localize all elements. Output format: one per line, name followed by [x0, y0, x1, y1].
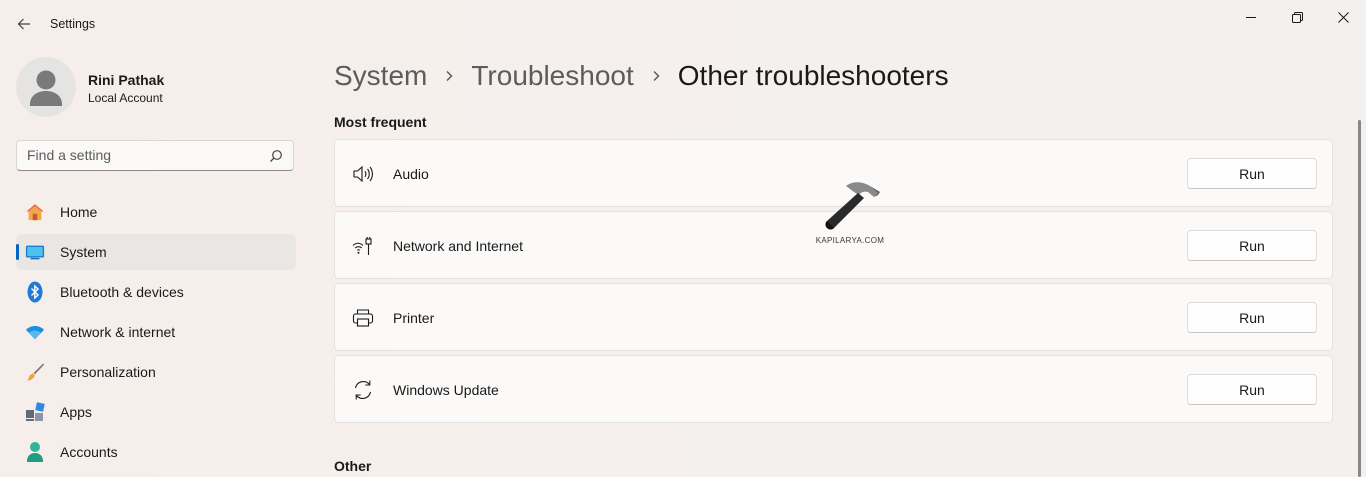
sidebar-item-label: Network & internet — [60, 324, 176, 340]
back-arrow-icon — [17, 18, 30, 30]
wifi-icon — [25, 322, 45, 342]
breadcrumb: System Troubleshoot Other troubleshooter… — [334, 58, 949, 94]
run-button-audio[interactable]: Run — [1187, 158, 1317, 189]
user-icon — [30, 70, 62, 106]
title-bar: Settings — [0, 0, 1366, 48]
troubleshooter-label: Windows Update — [393, 382, 499, 398]
troubleshooter-card-windows-update: Windows Update Run — [334, 355, 1333, 423]
troubleshooter-label: Network and Internet — [393, 238, 523, 254]
sidebar-item-network[interactable]: Network & internet — [16, 314, 296, 350]
sidebar-item-system[interactable]: System — [16, 234, 296, 270]
account-type: Local Account — [88, 91, 163, 105]
main-content: System Troubleshoot Other troubleshooter… — [310, 48, 1366, 477]
nav-list: Home System Bluetooth & devices Network … — [16, 194, 296, 474]
troubleshooter-card-printer: Printer Run — [334, 283, 1333, 351]
watermark-logo: KAPILARYA.COM — [812, 178, 888, 248]
search-input[interactable] — [27, 147, 257, 163]
page-title: Other troubleshooters — [677, 60, 949, 91]
sidebar-item-label: Personalization — [60, 364, 156, 380]
sidebar-item-home[interactable]: Home — [16, 194, 296, 230]
sidebar: Rini Pathak Local Account Home — [0, 48, 310, 477]
sidebar-item-label: Accounts — [60, 444, 118, 460]
printer-icon — [351, 307, 375, 329]
watermark-text: KAPILARYA.COM — [815, 236, 885, 245]
run-button-network[interactable]: Run — [1187, 230, 1317, 261]
system-icon — [25, 242, 45, 262]
hammer-icon — [825, 182, 880, 230]
troubleshooter-label: Printer — [393, 310, 435, 326]
chevron-right-icon — [634, 70, 678, 82]
sidebar-item-apps[interactable]: Apps — [16, 394, 296, 430]
sidebar-item-label: Home — [60, 204, 98, 220]
close-button[interactable] — [1320, 4, 1366, 30]
sidebar-item-bluetooth[interactable]: Bluetooth & devices — [16, 274, 296, 310]
run-button-windows-update[interactable]: Run — [1187, 374, 1317, 405]
avatar[interactable] — [16, 57, 76, 117]
apps-icon — [25, 402, 45, 422]
close-icon — [1337, 11, 1349, 23]
restore-icon — [1291, 11, 1303, 23]
sidebar-item-label: System — [60, 244, 107, 260]
sidebar-item-label: Apps — [60, 404, 92, 420]
app-title: Settings — [50, 17, 96, 31]
sidebar-item-personalization[interactable]: Personalization — [16, 354, 296, 390]
troubleshooter-label: Audio — [393, 166, 429, 182]
active-indicator — [16, 244, 19, 260]
chevron-right-icon — [427, 70, 471, 82]
sync-icon — [351, 379, 375, 401]
section-title-other: Other — [334, 458, 372, 474]
sidebar-item-label: Bluetooth & devices — [60, 284, 184, 300]
search-icon[interactable] — [269, 149, 283, 163]
section-title-most-frequent: Most frequent — [334, 114, 427, 130]
search-box[interactable] — [16, 140, 294, 171]
breadcrumb-item-system[interactable]: System — [334, 60, 427, 92]
speaker-icon — [351, 163, 375, 185]
user-name: Rini Pathak — [88, 72, 165, 88]
minimize-icon — [1246, 17, 1256, 18]
home-icon — [25, 202, 45, 222]
back-button[interactable] — [10, 10, 38, 38]
restore-button[interactable] — [1274, 4, 1320, 30]
sidebar-item-accounts[interactable]: Accounts — [16, 434, 296, 470]
network-icon — [351, 235, 375, 257]
minimize-button[interactable] — [1228, 4, 1274, 30]
accounts-icon — [25, 442, 45, 462]
run-button-printer[interactable]: Run — [1187, 302, 1317, 333]
brush-icon — [25, 362, 45, 382]
bluetooth-icon — [25, 281, 45, 303]
breadcrumb-item-troubleshoot[interactable]: Troubleshoot — [471, 60, 633, 92]
scrollbar[interactable] — [1358, 120, 1361, 477]
